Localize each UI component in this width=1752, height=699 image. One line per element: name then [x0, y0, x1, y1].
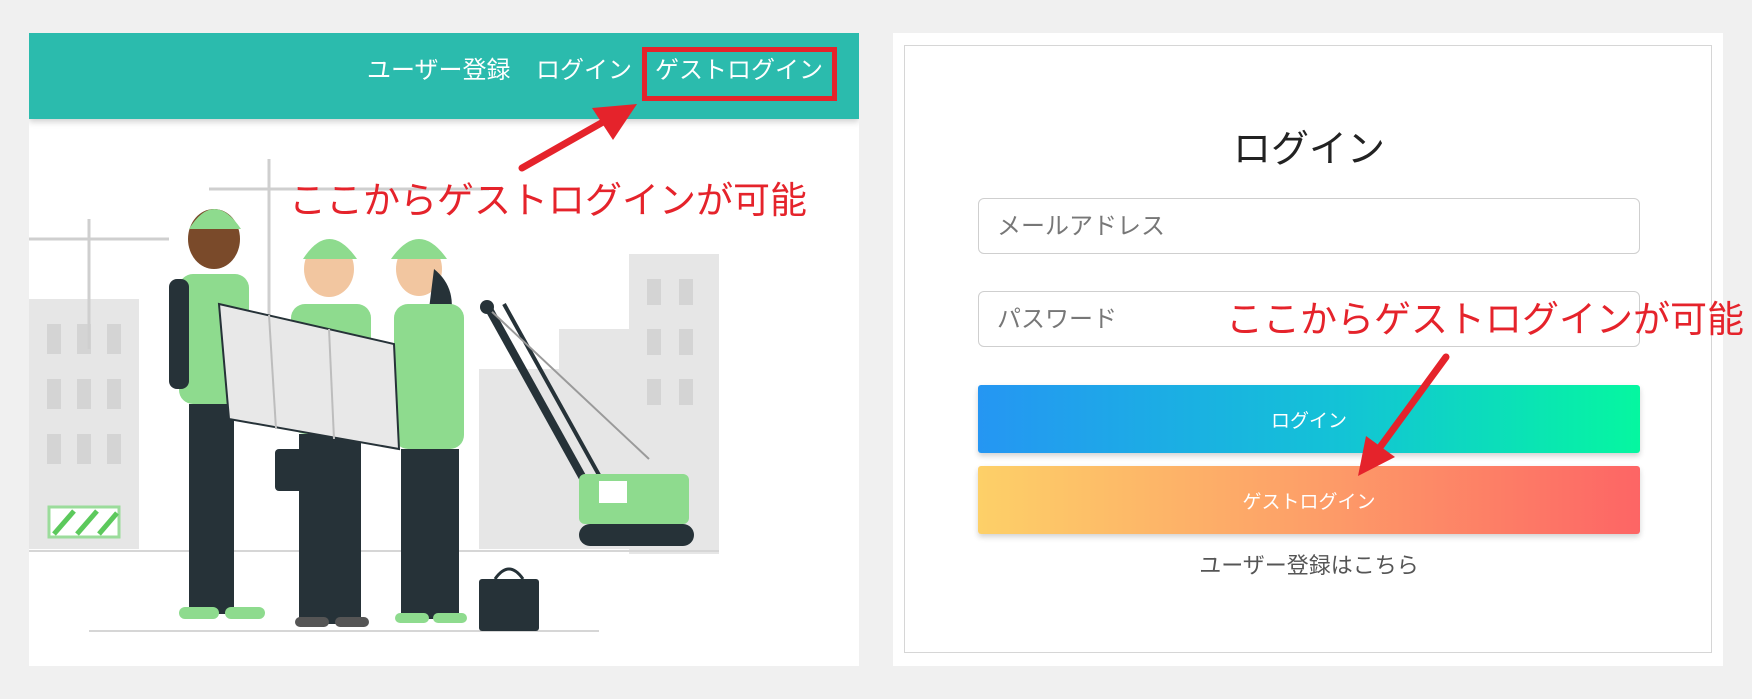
screenshot-stage: ユーザー登録 ログイン ゲストログイン ログイン メールアドレス ログイン ゲス… [0, 0, 1752, 699]
homepage-panel: ユーザー登録 ログイン ゲストログイン [29, 33, 859, 666]
email-input[interactable] [978, 198, 1640, 254]
nav-login-link[interactable]: ログイン [536, 55, 632, 85]
right-annotation-text: ここからゲストログインが可能 [1226, 298, 1744, 341]
left-annotation-text: ここからゲストログインが可能 [289, 179, 807, 222]
login-title: ログイン [1232, 127, 1385, 171]
nav-register-link[interactable]: ユーザー登録 [367, 55, 511, 85]
top-navbar: ユーザー登録 ログイン ゲストログイン [29, 33, 859, 119]
login-page-panel: ログイン ログイン ゲストログイン ユーザー登録はこちら [893, 33, 1723, 666]
login-button[interactable]: ログイン [978, 385, 1640, 453]
guest-login-button[interactable]: ゲストログイン [978, 466, 1640, 534]
login-card: ログイン ログイン ゲストログイン ユーザー登録はこちら [904, 45, 1712, 653]
register-link[interactable]: ユーザー登録はこちら [905, 548, 1713, 580]
guest-login-highlight-box [642, 47, 837, 101]
